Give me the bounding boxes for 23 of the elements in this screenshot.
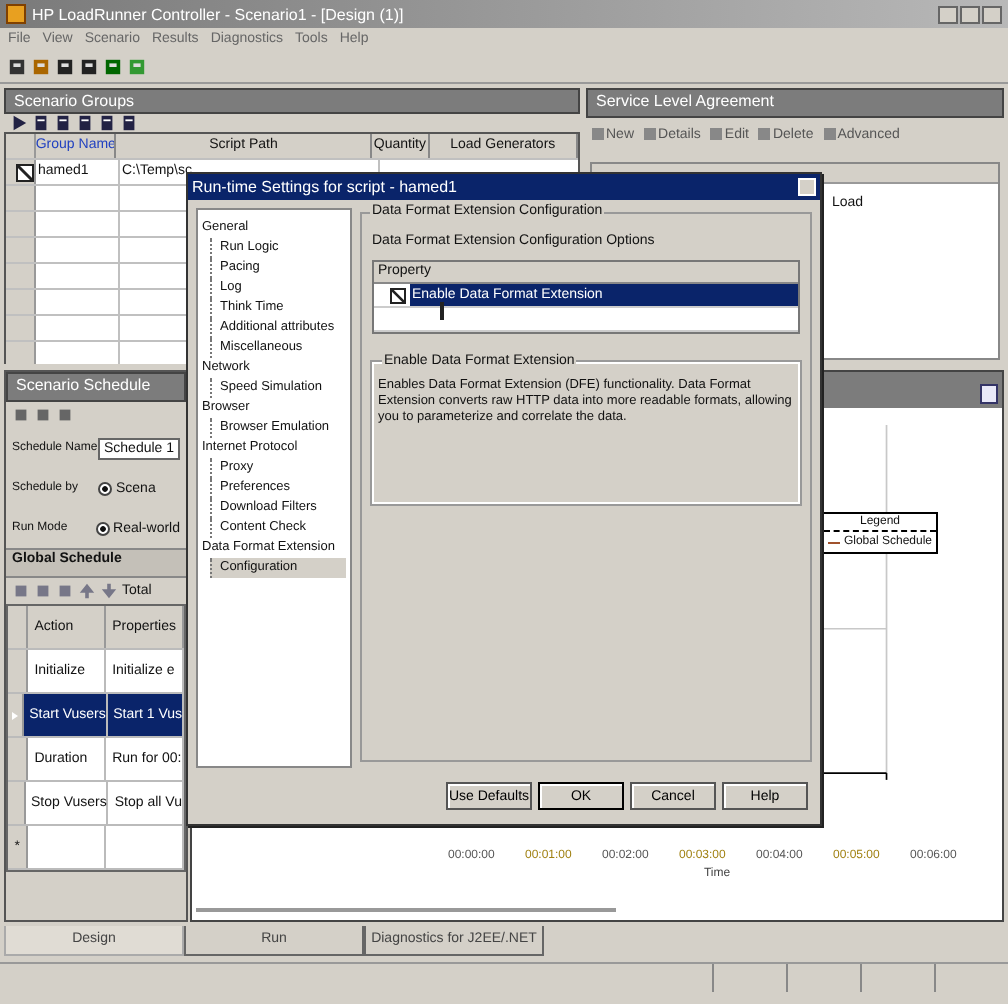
app-icon — [6, 4, 26, 24]
down-arrow-icon[interactable] — [100, 582, 118, 600]
tool-icon[interactable] — [32, 114, 50, 132]
panel-header: Scenario Schedule — [6, 372, 186, 402]
dialog-title: Run-time Settings for script - hamed1 — [192, 178, 457, 196]
maximize-button[interactable] — [960, 5, 980, 23]
up-arrow-icon[interactable] — [78, 582, 96, 600]
row-header[interactable] — [6, 160, 36, 184]
text-cursor-icon — [440, 302, 444, 320]
tool-icon[interactable] — [76, 114, 94, 132]
tool-icon[interactable] — [98, 114, 116, 132]
close-button[interactable] — [982, 5, 1002, 23]
panel-header: Scenario Groups — [4, 88, 580, 114]
row-pointer-icon — [11, 711, 18, 719]
panel-button[interactable] — [980, 384, 998, 404]
checkbox[interactable] — [390, 287, 406, 303]
tool-icon[interactable] — [54, 114, 72, 132]
window-title: HP LoadRunner Controller - Scenario1 - [Design (1)] — [32, 5, 406, 23]
tool-icon[interactable] — [120, 114, 138, 132]
panel-header: Service Level Agreement — [586, 88, 1004, 118]
minimize-button[interactable] — [938, 5, 958, 23]
scrollbar[interactable] — [196, 908, 616, 912]
checkbox[interactable] — [16, 163, 34, 181]
